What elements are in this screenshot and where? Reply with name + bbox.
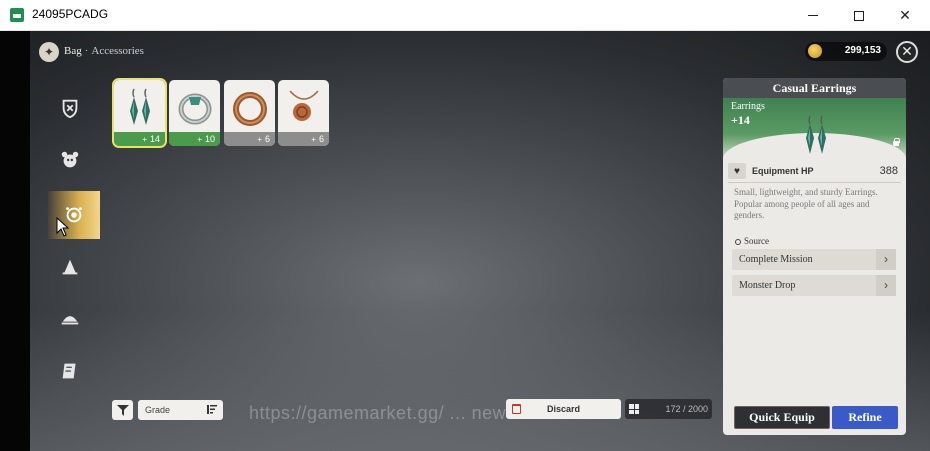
minimize-icon xyxy=(808,15,818,16)
maximize-button[interactable] xyxy=(836,0,882,31)
earrings-icon xyxy=(806,115,826,154)
item-level-large: +14 xyxy=(731,113,750,127)
item-level-badge: +14 xyxy=(114,132,165,146)
item-level-badge: +10 xyxy=(169,132,220,146)
grade-label: Grade xyxy=(145,405,171,415)
grid-icon xyxy=(629,404,639,414)
item-title: Casual Earrings xyxy=(723,78,906,98)
lock-icon[interactable] xyxy=(893,138,900,146)
watermark: https://gamemarket.gg/ ... news xyxy=(249,403,516,423)
scroll-icon xyxy=(62,363,76,379)
window-titlebar: 24095PCADG ✕ xyxy=(0,0,930,31)
item-card-necklace[interactable]: +6 xyxy=(278,80,329,146)
quick-equip-button[interactable]: Quick Equip xyxy=(734,406,830,429)
stat-name: Equipment HP xyxy=(752,166,814,176)
heart-icon: ♥ xyxy=(728,163,746,179)
ring-icon xyxy=(178,93,212,125)
bell-icon xyxy=(62,259,78,275)
category-materials[interactable] xyxy=(48,349,92,393)
dish-icon xyxy=(61,316,79,325)
divider xyxy=(728,182,901,183)
filter-button[interactable] xyxy=(112,400,133,420)
item-description: Small, lightweight, and sturdy Earrings.… xyxy=(734,187,878,220)
maximize-icon xyxy=(854,10,864,21)
bag-icon: ✦ xyxy=(39,42,59,62)
item-level: 10 xyxy=(204,134,215,144)
discard-label: Discard xyxy=(546,404,581,414)
chevron-right-icon: › xyxy=(876,275,896,296)
source-label: Source xyxy=(744,236,769,246)
grade-sort-select[interactable]: Grade xyxy=(138,400,223,420)
window-title: 24095PCADG xyxy=(32,7,109,21)
close-icon: ✕ xyxy=(901,43,913,59)
creature-icon xyxy=(61,151,79,168)
close-icon: ✕ xyxy=(899,7,911,23)
category-pets[interactable] xyxy=(48,138,92,182)
breadcrumb-separator: · xyxy=(84,45,89,57)
item-level-badge: +6 xyxy=(224,132,275,146)
level-prefix: + xyxy=(311,134,316,144)
category-tools[interactable] xyxy=(48,245,92,289)
source-complete-mission[interactable]: Complete Mission › xyxy=(732,249,896,270)
item-level: 6 xyxy=(264,134,270,144)
item-level: 6 xyxy=(318,134,324,144)
coin-icon xyxy=(808,44,822,58)
earrings-icon xyxy=(130,88,150,125)
item-card-ring[interactable]: +10 xyxy=(169,80,220,146)
bracelet-icon xyxy=(233,92,267,126)
source-item-label: Complete Mission xyxy=(739,254,813,265)
category-weapons[interactable] xyxy=(48,86,92,130)
stat-row: ♥ Equipment HP 388 xyxy=(728,163,901,181)
item-card-bracelet[interactable]: +6 xyxy=(224,80,275,146)
item-category: Earrings xyxy=(731,101,765,112)
currency-value: 299,153 xyxy=(844,45,881,56)
breadcrumb-current: Accessories xyxy=(91,45,144,57)
capacity-text: 172 / 2000 xyxy=(665,404,708,414)
level-prefix: + xyxy=(142,134,147,144)
source-item-label: Monster Drop xyxy=(739,280,796,291)
app-icon xyxy=(10,8,24,22)
item-level: 14 xyxy=(149,134,160,144)
currency-display: 299,153 xyxy=(805,42,887,61)
stat-value: 388 xyxy=(879,165,898,177)
cursor-icon xyxy=(56,217,70,237)
trash-icon xyxy=(512,404,521,414)
level-prefix: + xyxy=(257,134,262,144)
crest-icon xyxy=(62,99,78,119)
filter-icon xyxy=(116,404,129,416)
refine-button[interactable]: Refine xyxy=(832,406,898,429)
letterbox xyxy=(0,31,30,451)
breadcrumb-section: Bag xyxy=(64,45,82,57)
chevron-right-icon: › xyxy=(876,249,896,270)
minimize-button[interactable] xyxy=(790,0,836,31)
source-heading: Source xyxy=(735,236,769,246)
category-food[interactable] xyxy=(48,296,92,340)
location-pin-icon xyxy=(735,239,741,245)
level-prefix: + xyxy=(197,134,202,144)
item-hero: Earrings +14 xyxy=(723,98,906,159)
item-card-earrings[interactable]: +14 xyxy=(112,78,167,148)
game-viewport: ✦ Bag · Accessories 299,153 ✕ +14 + 10 +… xyxy=(0,31,930,451)
necklace-icon xyxy=(289,90,319,121)
source-monster-drop[interactable]: Monster Drop › xyxy=(732,275,896,296)
bag-capacity: 172 / 2000 xyxy=(625,399,712,419)
breadcrumb: Bag · Accessories xyxy=(64,45,144,57)
discard-button[interactable]: Discard xyxy=(506,399,621,419)
window-close-button[interactable]: ✕ xyxy=(882,0,928,31)
sort-icon xyxy=(207,405,217,414)
item-detail-panel: Casual Earrings Earrings +14 ♥ Equipment… xyxy=(723,78,906,435)
close-bag-button[interactable]: ✕ xyxy=(896,41,918,63)
item-level-badge: +6 xyxy=(278,132,329,146)
